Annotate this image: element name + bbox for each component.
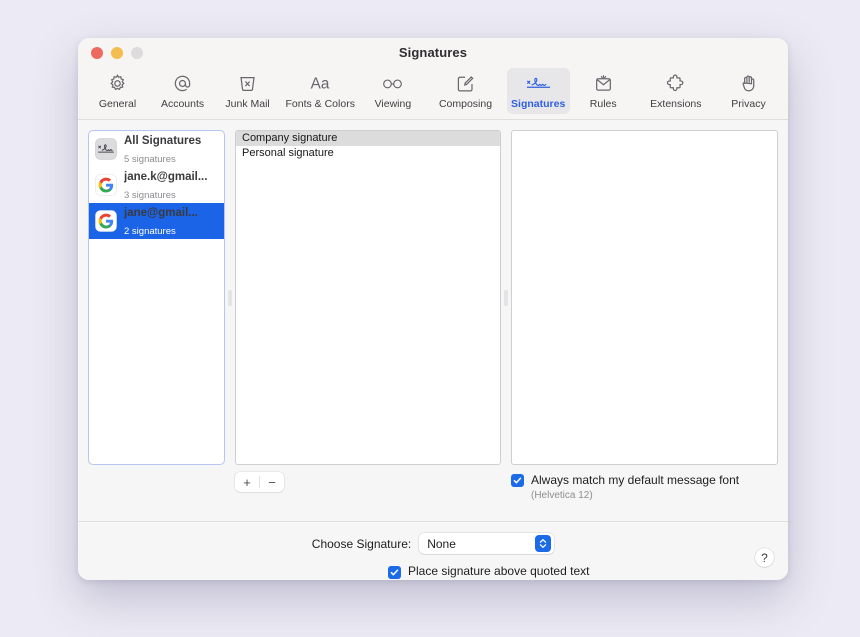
add-remove-segmented-control: + − bbox=[235, 472, 284, 492]
toolbar-tab-viewing[interactable]: Viewing bbox=[361, 68, 424, 114]
signature-badge-icon bbox=[95, 138, 117, 160]
place-above-quoted-checkbox[interactable] bbox=[388, 565, 401, 579]
accounts-sidebar[interactable]: All Signatures 5 signatures jane.k@gmail… bbox=[88, 130, 225, 465]
match-default-font-row[interactable]: Always match my default message font bbox=[511, 473, 778, 488]
toolbar-tab-label: Privacy bbox=[731, 98, 766, 110]
preferences-window: Signatures General Accounts Junk Mail Aa… bbox=[78, 38, 788, 580]
sidebar-item-text: jane.k@gmail... 3 signatures bbox=[124, 167, 218, 203]
envelope-star-icon bbox=[593, 71, 614, 96]
sidebar-item-detail: 3 signatures bbox=[124, 190, 176, 201]
sidebar-item-text: All Signatures 5 signatures bbox=[124, 131, 218, 167]
sidebar-item-label: All Signatures bbox=[124, 135, 202, 147]
signature-preview-editor[interactable] bbox=[511, 130, 778, 465]
chevron-up-down-icon bbox=[535, 535, 552, 552]
toolbar-tab-label: Signatures bbox=[511, 98, 566, 110]
add-signature-button[interactable]: + bbox=[235, 472, 259, 492]
at-sign-icon bbox=[172, 71, 193, 96]
sidebar-item-all-signatures[interactable]: All Signatures 5 signatures bbox=[89, 131, 224, 167]
default-font-option: Always match my default message font (He… bbox=[511, 472, 778, 521]
toolbar-tab-rules[interactable]: Rules bbox=[572, 68, 635, 114]
aa-text-icon: Aa bbox=[303, 71, 337, 96]
splitter-grip bbox=[228, 289, 232, 306]
puzzle-piece-icon bbox=[665, 71, 686, 96]
gear-icon bbox=[107, 71, 128, 96]
toolbar-tab-label: Rules bbox=[589, 98, 617, 110]
sidebar-item-jane-k-gmail[interactable]: jane.k@gmail... 3 signatures bbox=[89, 167, 224, 203]
sidebar-list-splitter[interactable] bbox=[225, 130, 235, 465]
sidebar-item-label: jane@gmail... bbox=[124, 207, 198, 219]
match-default-font-checkbox[interactable] bbox=[511, 474, 524, 487]
signature-icon bbox=[524, 71, 553, 96]
toolbar-tab-label: Composing bbox=[438, 98, 493, 110]
toolbar-tab-label: Extensions bbox=[650, 98, 702, 110]
compose-pencil-icon bbox=[455, 71, 476, 96]
signature-list[interactable]: Company signature Personal signature bbox=[235, 130, 501, 465]
sidebar-item-detail: 2 signatures bbox=[124, 226, 176, 237]
preferences-toolbar: General Accounts Junk Mail Aa Fonts & Co… bbox=[78, 68, 788, 120]
toolbar-tab-label: Fonts & Colors bbox=[285, 98, 355, 110]
place-above-quoted-row[interactable]: Place signature above quoted text bbox=[78, 564, 788, 579]
choose-signature-select[interactable]: None bbox=[419, 533, 555, 554]
toolbar-tab-junk-mail[interactable]: Junk Mail bbox=[216, 68, 279, 114]
place-above-quoted-label: Place signature above quoted text bbox=[408, 564, 590, 578]
toolbar-tab-extensions[interactable]: Extensions bbox=[637, 68, 715, 114]
remove-signature-button[interactable]: − bbox=[260, 472, 284, 492]
toolbar-tab-label: General bbox=[98, 98, 137, 110]
splitter-grip bbox=[504, 289, 508, 306]
match-default-font-sublabel: (Helvetica 12) bbox=[531, 490, 593, 501]
svg-text:Aa: Aa bbox=[311, 76, 330, 93]
sidebar-item-detail: 5 signatures bbox=[124, 154, 176, 165]
sidebar-item-label: jane.k@gmail... bbox=[124, 171, 208, 183]
sidebar-item-jane-gmail[interactable]: jane@gmail... 2 signatures bbox=[89, 203, 224, 239]
google-icon bbox=[95, 174, 117, 196]
window-title: Signatures bbox=[398, 45, 468, 60]
list-controls: + − bbox=[235, 472, 501, 521]
signatures-controls-row: + − Always match my default message font… bbox=[78, 465, 788, 521]
preferences-content: All Signatures 5 signatures jane.k@gmail… bbox=[78, 120, 788, 580]
trash-x-icon bbox=[237, 71, 258, 96]
toolbar-tab-signatures[interactable]: Signatures bbox=[506, 68, 570, 114]
signatures-footer: Choose Signature: None Place signature a… bbox=[78, 521, 788, 580]
choose-signature-value: None bbox=[427, 536, 456, 551]
sidebar-item-text: jane@gmail... 2 signatures bbox=[124, 203, 218, 239]
toolbar-tab-label: Junk Mail bbox=[225, 98, 270, 110]
google-icon bbox=[95, 210, 117, 232]
list-preview-splitter[interactable] bbox=[501, 130, 511, 465]
toolbar-tab-general[interactable]: General bbox=[86, 68, 149, 114]
list-item[interactable]: Personal signature bbox=[236, 146, 500, 161]
match-default-font-label: Always match my default message font bbox=[531, 473, 740, 487]
toolbar-tab-label: Viewing bbox=[374, 98, 412, 110]
toolbar-tab-accounts[interactable]: Accounts bbox=[151, 68, 214, 114]
toolbar-tab-fonts-colors[interactable]: Aa Fonts & Colors bbox=[281, 68, 359, 114]
glasses-icon bbox=[380, 71, 405, 96]
controls-spacer bbox=[88, 472, 225, 521]
toolbar-tab-label: Accounts bbox=[160, 98, 205, 110]
toolbar-tab-composing[interactable]: Composing bbox=[426, 68, 504, 114]
signatures-panes: All Signatures 5 signatures jane.k@gmail… bbox=[78, 120, 788, 465]
hand-icon bbox=[738, 71, 759, 96]
choose-signature-row: Choose Signature: None bbox=[78, 533, 788, 554]
help-button[interactable]: ? bbox=[755, 548, 774, 567]
window-titlebar: Signatures bbox=[78, 38, 788, 68]
list-item[interactable]: Company signature bbox=[236, 131, 500, 146]
choose-signature-label: Choose Signature: bbox=[311, 536, 412, 551]
toolbar-tab-privacy[interactable]: Privacy bbox=[717, 68, 780, 114]
